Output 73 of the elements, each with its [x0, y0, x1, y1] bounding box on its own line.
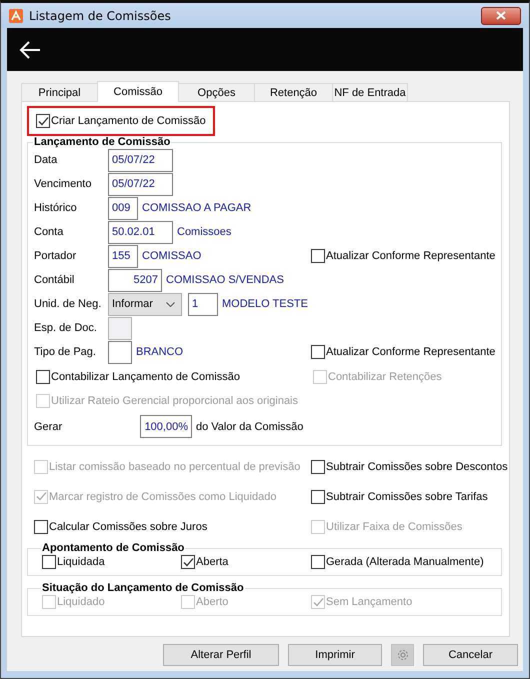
tab[interactable]: Principal	[21, 83, 98, 101]
checkbox-label: Liquidado	[57, 596, 105, 608]
checkbox[interactable]	[36, 370, 50, 384]
input-field[interactable]: 1	[188, 292, 218, 316]
action-button[interactable]: Cancelar	[423, 644, 518, 666]
close-icon	[496, 11, 506, 20]
input-field[interactable]: 155	[108, 244, 138, 268]
window-title: Listagem de Comissões	[29, 8, 172, 22]
input-field[interactable]: 05/07/22	[108, 172, 173, 196]
checkbox[interactable]	[311, 249, 325, 263]
input-field[interactable]: 100,00%	[140, 415, 192, 438]
checkbox[interactable]	[311, 555, 325, 569]
checkbox[interactable]	[34, 520, 48, 534]
field-description: COMISSAO	[142, 250, 202, 262]
field-description: Comissoes	[177, 226, 232, 238]
tab[interactable]: Comissão	[97, 81, 179, 102]
chevron-down-icon	[166, 302, 175, 306]
checkbox-label: Criar Lançamento de Comissão	[51, 115, 206, 127]
checkbox-label: Liquidada	[57, 556, 105, 568]
checkbox-label: Contabilizar Retenções	[328, 371, 442, 383]
field-label: Portador	[34, 250, 78, 262]
checkbox-label: Contabilizar Lançamento de Comissão	[51, 371, 240, 383]
field-label: Histórico	[34, 202, 78, 214]
action-button[interactable]: Alterar Perfil	[163, 644, 279, 666]
input-field[interactable]: 009	[108, 196, 138, 220]
field-suffix: do Valor da Comissão	[196, 420, 304, 432]
checkbox-label: Listar comissão baseado no percentual de previsão	[49, 461, 300, 474]
tab[interactable]: Retenção	[254, 83, 333, 101]
back-arrow-icon[interactable]	[19, 40, 41, 58]
gear-icon	[396, 648, 410, 662]
group-title: Lançamento de Comissão	[33, 136, 172, 148]
checkbox-label: Subtrair Comissões sobre Tarifas	[326, 490, 488, 503]
field-label: Unid. de Neg.	[34, 298, 102, 310]
checkbox-label: Aberto	[196, 596, 228, 608]
checkbox-label: Gerada (Alterada Manualmente)	[326, 556, 484, 568]
group-title: Apontamento de Comissão	[41, 542, 186, 554]
field-label: Gerar	[34, 420, 64, 432]
input-field[interactable]: 50.02.01	[108, 220, 173, 244]
checkbox[interactable]	[181, 555, 195, 569]
checkbox-label: Calcular Comissões sobre Juros	[49, 520, 208, 533]
checkbox-label: Atualizar Conforme Representante	[326, 250, 496, 262]
checkbox[interactable]	[311, 460, 325, 474]
field-label: Tipo de Pag.	[34, 346, 97, 358]
input-field[interactable]	[108, 340, 132, 364]
checkbox-label: Subtrair Comissões sobre Descontos	[326, 461, 508, 474]
dropdown[interactable]: Informar	[108, 292, 182, 316]
field-label: Conta	[34, 226, 64, 238]
input-field[interactable]: 5207	[108, 268, 162, 292]
close-button[interactable]	[481, 6, 521, 24]
tab[interactable]: Opções	[178, 83, 255, 101]
group-title: Situação do Lançamento de Comissão	[41, 582, 245, 594]
field-description: MODELO TESTE	[222, 298, 308, 310]
field-label: Vencimento	[34, 178, 92, 190]
checkbox-label: Atualizar Conforme Representante	[326, 346, 496, 358]
checkbox-label: Aberta	[196, 556, 228, 568]
checkbox[interactable]	[42, 555, 56, 569]
checkbox-label: Marcar registro de Comissões como Liquidado	[49, 490, 276, 503]
checkbox-label: Utilizar Rateio Gerencial proporcional aos originais	[51, 395, 298, 407]
tab[interactable]: NF de Entrada	[332, 83, 408, 101]
field-description: COMISSAO A PAGAR	[142, 202, 252, 214]
field-description: BRANCO	[136, 346, 184, 358]
action-button[interactable]: Imprimir	[288, 644, 382, 666]
field-description: COMISSAO S/VENDAS	[166, 274, 284, 286]
checkbox[interactable]	[311, 345, 325, 359]
app-icon	[9, 8, 23, 22]
checkbox[interactable]	[36, 114, 50, 128]
field-label: Esp. de Doc.	[34, 322, 98, 334]
checkbox[interactable]	[311, 490, 325, 504]
checkbox-label: Sem Lançamento	[326, 596, 412, 608]
input-field[interactable]: 05/07/22	[108, 148, 173, 172]
field-label: Data	[34, 154, 58, 166]
field-label: Contábil	[34, 274, 76, 286]
checkbox-label: Utilizar Faixa de Comissões	[326, 520, 462, 533]
